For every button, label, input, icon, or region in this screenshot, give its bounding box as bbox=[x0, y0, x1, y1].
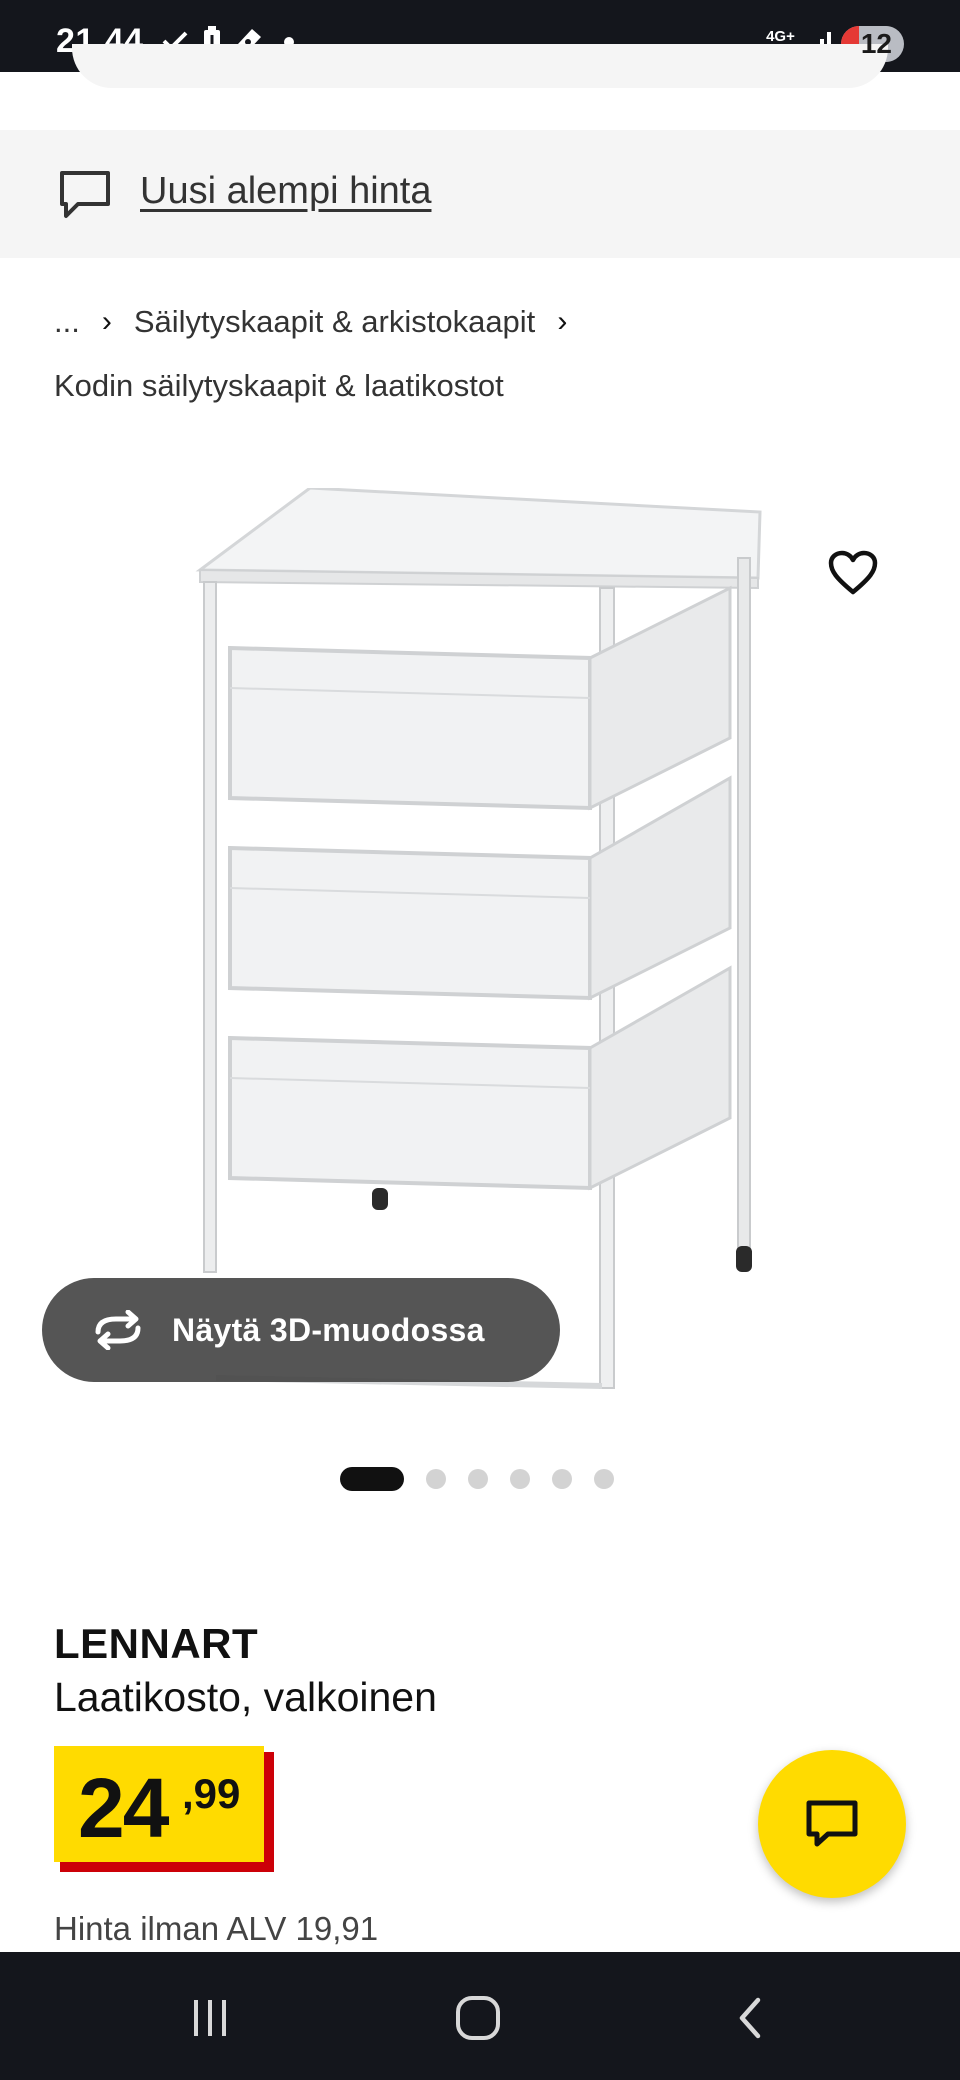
favourite-button[interactable] bbox=[826, 546, 880, 600]
view-3d-label: Näytä 3D-muodossa bbox=[172, 1311, 485, 1348]
price-without-vat: Hinta ilman ALV 19,91 bbox=[54, 1910, 379, 1947]
gallery-dot-2[interactable] bbox=[426, 1469, 446, 1489]
chat-button[interactable] bbox=[758, 1750, 906, 1898]
price-integer: 24 bbox=[78, 1761, 169, 1855]
chevron-right-icon: › bbox=[557, 305, 568, 338]
chevron-right-icon: › bbox=[101, 305, 112, 338]
search-bar-edge bbox=[72, 44, 888, 88]
heart-icon bbox=[828, 550, 878, 595]
price-decimal: ,99 bbox=[182, 1770, 241, 1817]
rotate-3d-icon bbox=[95, 1310, 141, 1350]
drawer-bottom bbox=[228, 965, 732, 1191]
breadcrumb: ... › Säilytyskaapit & arkistokaapit › K… bbox=[54, 290, 914, 418]
gallery-dot-5[interactable] bbox=[552, 1469, 572, 1489]
breadcrumb-ellipsis[interactable]: ... bbox=[54, 290, 80, 354]
price-drop-banner: Uusi alempi hinta bbox=[0, 130, 960, 258]
price-box: 24 ,99 bbox=[54, 1746, 264, 1862]
view-3d-button[interactable]: Näytä 3D-muodossa bbox=[42, 1278, 560, 1382]
drawer-top bbox=[228, 585, 732, 811]
gallery-pagination bbox=[340, 1467, 614, 1491]
battery-indicator: 12 bbox=[840, 26, 904, 62]
product-description: Laatikosto, valkoinen bbox=[54, 1674, 437, 1720]
system-nav-bar bbox=[0, 1952, 960, 2080]
gallery-dot-3[interactable] bbox=[468, 1469, 488, 1489]
recents-icon bbox=[194, 2000, 226, 2036]
drawer-middle bbox=[228, 775, 732, 1001]
breadcrumb-item-drawer-units[interactable]: Kodin säilytyskaapit & laatikostot bbox=[54, 354, 914, 418]
home-icon bbox=[456, 1996, 500, 2040]
breadcrumb-item-storage-cabinets[interactable]: Säilytyskaapit & arkistokaapit bbox=[134, 290, 535, 354]
back-button[interactable] bbox=[720, 1988, 780, 2048]
gallery-dot-6[interactable] bbox=[594, 1469, 614, 1489]
gallery-dot-1[interactable] bbox=[340, 1467, 404, 1491]
lower-price-link[interactable]: Uusi alempi hinta bbox=[140, 170, 431, 213]
back-icon bbox=[739, 1997, 761, 2039]
price-tag: 24 ,99 bbox=[54, 1746, 274, 1872]
chat-bubble-icon bbox=[60, 171, 110, 218]
gallery-dot-4[interactable] bbox=[510, 1469, 530, 1489]
home-button[interactable] bbox=[448, 1988, 508, 2048]
battery-level: 12 bbox=[860, 28, 892, 59]
chat-icon bbox=[806, 1800, 858, 1847]
recents-button[interactable] bbox=[180, 1988, 240, 2048]
product-name: LENNART bbox=[54, 1620, 259, 1667]
